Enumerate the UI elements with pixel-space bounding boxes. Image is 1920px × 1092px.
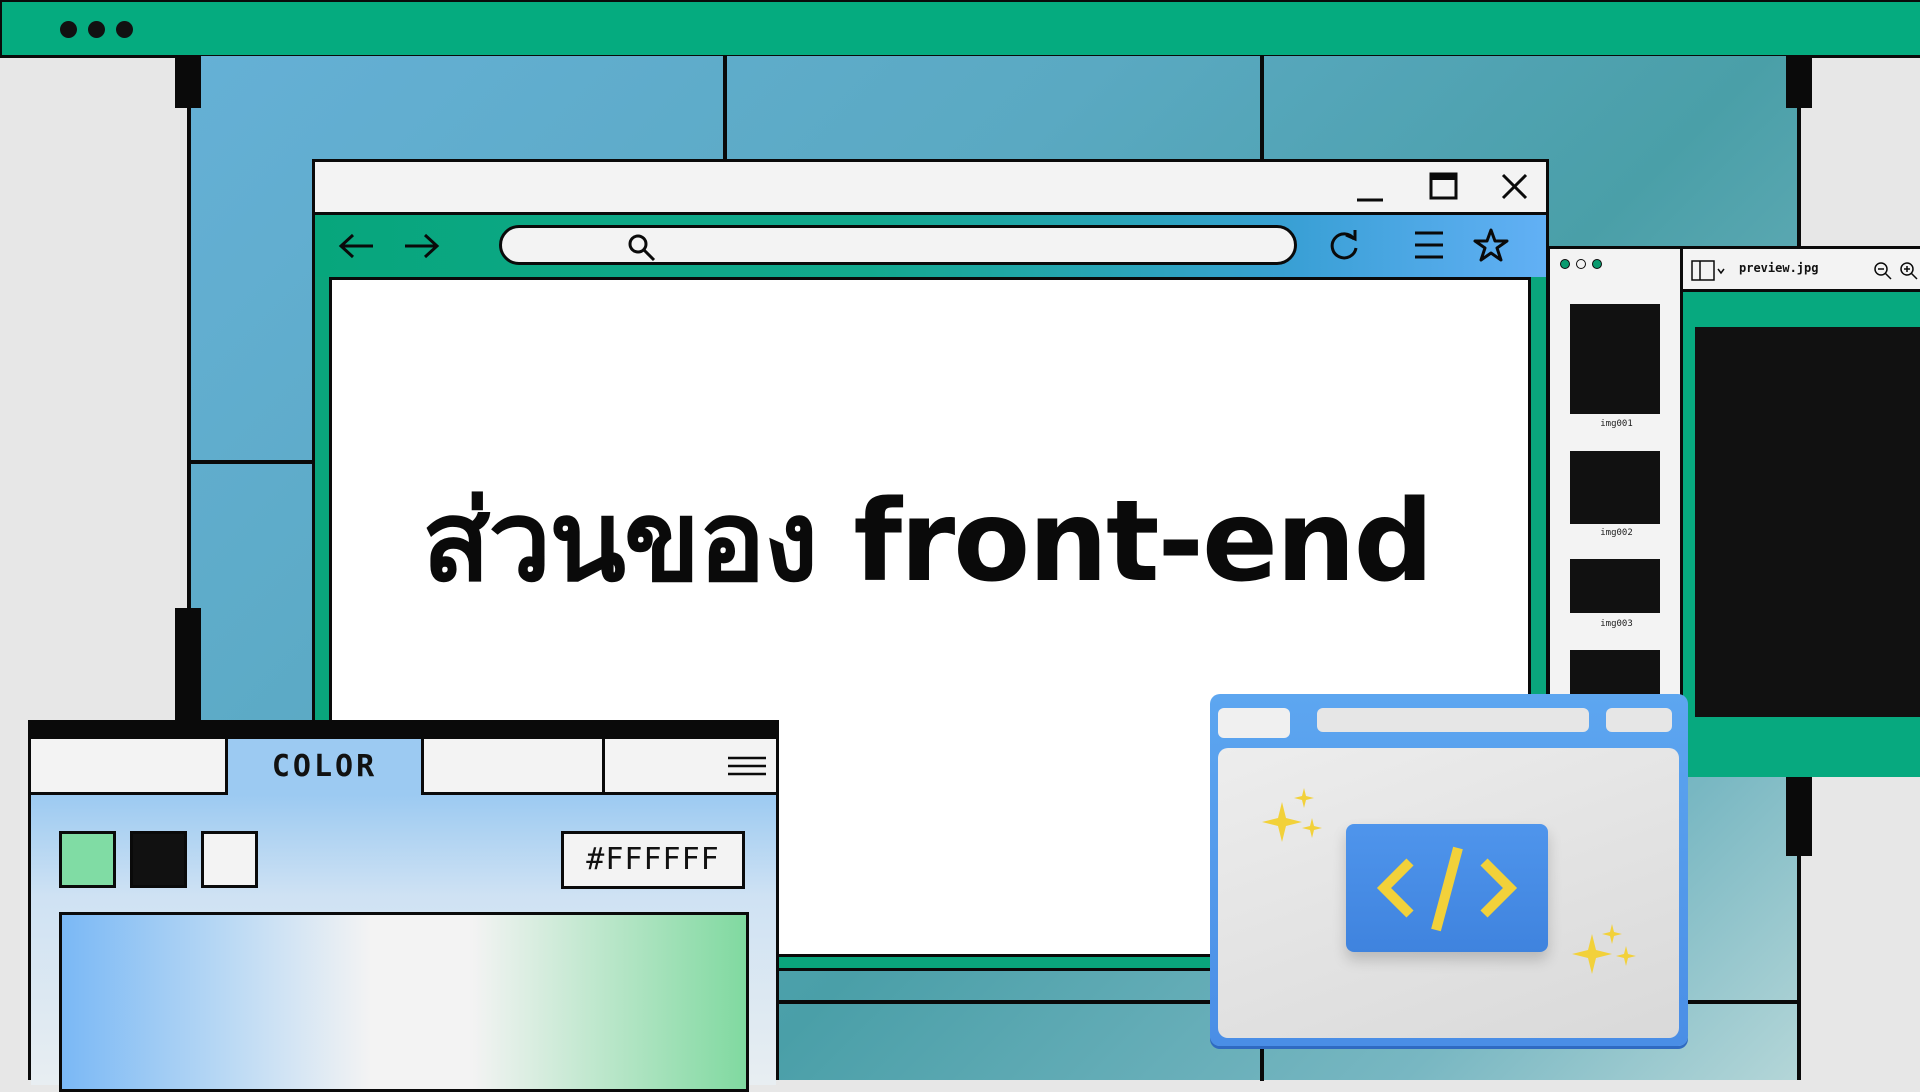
color-panel-tabs: COLOR [31, 739, 776, 795]
maximize-icon[interactable] [1429, 172, 1459, 202]
address-bar[interactable] [499, 225, 1297, 265]
minimize-icon[interactable] [1355, 176, 1385, 206]
hamburger-menu-icon[interactable] [1413, 229, 1445, 261]
file-name: preview.jpg [1739, 261, 1819, 275]
arrow-right-icon[interactable] [401, 231, 441, 261]
tab[interactable] [605, 739, 776, 795]
thumbnail-sidebar: img001 img002 img003 [1550, 249, 1683, 771]
page-headline: ส่วนของ front-end [422, 477, 1434, 607]
close-icon[interactable] [1500, 172, 1530, 202]
image-canvas [1683, 292, 1920, 777]
tab[interactable] [424, 739, 605, 795]
color-swatch-green[interactable] [59, 831, 116, 888]
sidebar-toggle-icon[interactable] [1691, 260, 1727, 282]
window-dot[interactable] [1592, 259, 1602, 269]
code-window-button[interactable] [1606, 708, 1672, 732]
zoom-in-icon[interactable] [1899, 261, 1919, 281]
thumbnail[interactable] [1570, 451, 1660, 524]
color-swatch-black[interactable] [130, 831, 187, 888]
code-window-address-bar[interactable] [1317, 708, 1589, 732]
window-dot[interactable] [1560, 259, 1570, 269]
window-dot [116, 21, 133, 38]
color-swatch-white[interactable] [201, 831, 258, 888]
sparkle-icon [1572, 924, 1636, 974]
frame-bracket [1786, 56, 1812, 108]
star-icon[interactable] [1473, 227, 1509, 263]
hex-value-field[interactable]: #FFFFFF [561, 831, 745, 889]
thumbnail-label: img001 [1600, 419, 1633, 429]
color-panel-title-bar [31, 723, 776, 739]
preview-image [1695, 327, 1920, 717]
browser-title-bar [315, 162, 1546, 215]
sparkle-icon [1262, 788, 1322, 842]
color-gradient-picker[interactable] [59, 912, 749, 1092]
frame-bracket [175, 608, 201, 730]
traffic-light-bar [1218, 708, 1290, 738]
reload-icon[interactable] [1327, 229, 1361, 263]
frame-bracket [175, 56, 201, 108]
tab-color[interactable]: COLOR [225, 739, 424, 795]
hamburger-menu-icon[interactable] [727, 753, 767, 781]
color-panel-window: COLOR #FFFFFF [28, 720, 779, 1092]
frame-bracket [1786, 772, 1812, 856]
browser-toolbar [315, 215, 1546, 277]
window-dot [60, 21, 77, 38]
thumbnail-label: img003 [1600, 619, 1633, 629]
thumbnail-label: img002 [1600, 528, 1633, 538]
window-dot[interactable] [1576, 259, 1586, 269]
code-window [1210, 694, 1688, 1046]
search-icon [628, 234, 656, 262]
code-window-content [1218, 748, 1679, 1038]
thumbnail[interactable] [1570, 304, 1660, 414]
color-panel-body: #FFFFFF [31, 795, 776, 1092]
code-brackets-icon [1376, 846, 1518, 932]
code-icon-button[interactable] [1346, 824, 1548, 952]
top-window-bar [0, 0, 1920, 58]
thumbnail[interactable] [1570, 650, 1660, 700]
viewer-toolbar: preview.jpg [1683, 249, 1920, 292]
thumbnail[interactable] [1570, 559, 1660, 613]
window-dot [88, 21, 105, 38]
tab[interactable] [31, 739, 228, 795]
arrow-left-icon[interactable] [337, 231, 377, 261]
zoom-out-icon[interactable] [1873, 261, 1893, 281]
